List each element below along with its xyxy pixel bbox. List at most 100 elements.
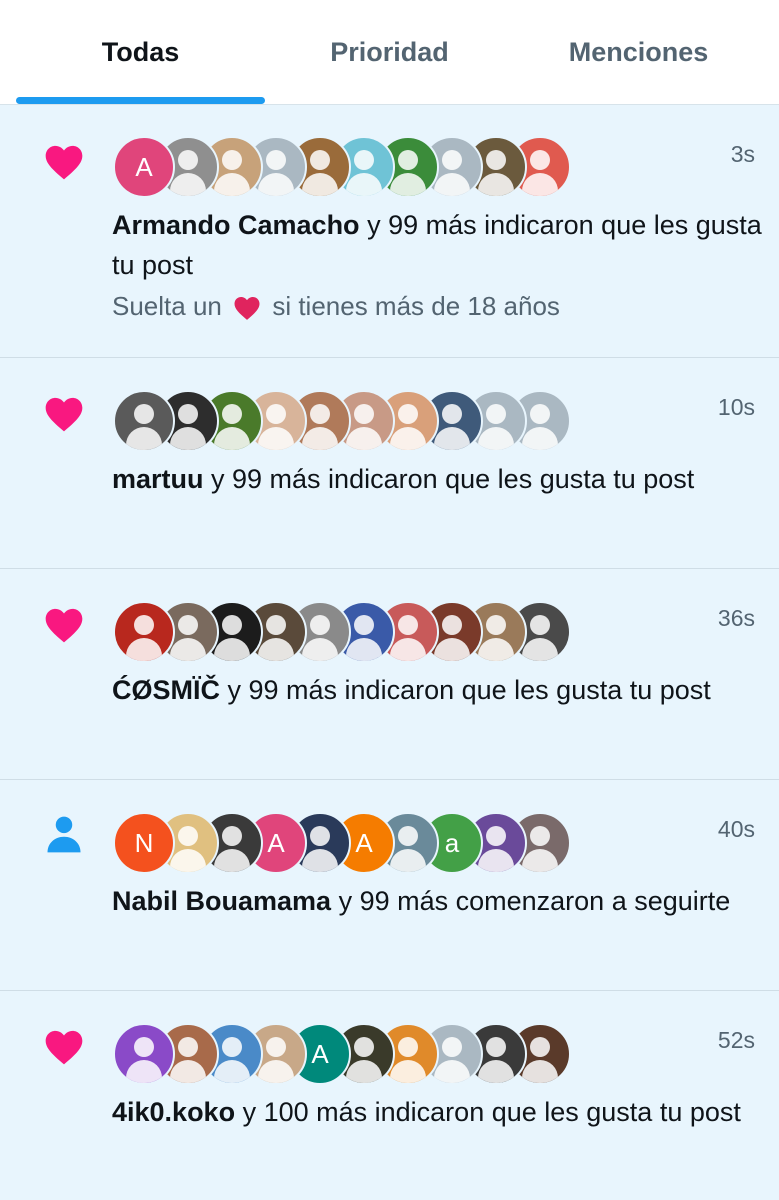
- avatar-placeholder-body: [170, 1060, 206, 1083]
- avatar-placeholder-head: [310, 150, 330, 170]
- notification-item[interactable]: A 3s Armando Camacho y 99 más indicaron …: [0, 105, 779, 358]
- active-tab-indicator: [16, 97, 265, 104]
- notification-tabs: Todas Prioridad Menciones: [0, 0, 779, 105]
- avatar-placeholder-head: [486, 150, 506, 170]
- avatar-placeholder-head: [398, 826, 418, 846]
- avatar-placeholder-body: [522, 173, 558, 196]
- timestamp: 3s: [730, 141, 755, 167]
- avatar-placeholder-body: [214, 173, 250, 196]
- avatar-placeholder-body: [214, 638, 250, 661]
- avatar-placeholder-body: [478, 849, 514, 872]
- avatar-placeholder-head: [178, 150, 198, 170]
- avatar-placeholder-body: [214, 849, 250, 872]
- actor-name[interactable]: martuu: [112, 464, 204, 494]
- avatar-placeholder-body: [126, 427, 162, 450]
- post-preview[interactable]: Suelta un si tienes más de 18 años: [112, 291, 560, 323]
- actor-name[interactable]: Armando Camacho: [112, 210, 360, 240]
- avatar-placeholder-head: [134, 404, 154, 424]
- avatar-placeholder-head: [310, 826, 330, 846]
- notification-item[interactable]: 36s ĆØSMÏČ y 99 más indicaron que les gu…: [0, 569, 779, 780]
- avatar-placeholder-body: [302, 173, 338, 196]
- avatar-placeholder-head: [178, 404, 198, 424]
- avatar-placeholder-body: [434, 1060, 470, 1083]
- heart-icon: [45, 608, 83, 643]
- avatar-placeholder-head: [266, 1037, 286, 1057]
- timestamp: 52s: [717, 1027, 755, 1053]
- avatar-placeholder-body: [346, 1060, 382, 1083]
- avatar-placeholder-body: [258, 1060, 294, 1083]
- actor-name[interactable]: Nabil Bouamama: [112, 886, 331, 916]
- avatar-placeholder-head: [486, 1037, 506, 1057]
- avatar-placeholder-head: [310, 615, 330, 635]
- avatar-placeholder-head: [178, 1037, 198, 1057]
- notification-item[interactable]: 10s martuu y 99 más indicaron que les gu…: [0, 358, 779, 569]
- avatar-placeholder-head: [222, 404, 242, 424]
- notification-item[interactable]: NAAa 40s Nabil Bouamama y 99 más comenza…: [0, 780, 779, 991]
- avatar-placeholder-body: [390, 638, 426, 661]
- avatar-placeholder-head: [486, 615, 506, 635]
- avatar-placeholder-body: [302, 849, 338, 872]
- avatar[interactable]: [113, 1023, 175, 1085]
- avatar-placeholder-body: [478, 1060, 514, 1083]
- avatar-row: NAAa: [113, 812, 571, 874]
- avatar-placeholder-body: [126, 1060, 162, 1083]
- avatar-placeholder-body: [346, 173, 382, 196]
- tab-todas[interactable]: Todas: [16, 0, 265, 104]
- avatar-placeholder-body: [170, 849, 206, 872]
- avatar-placeholder-body: [302, 638, 338, 661]
- timestamp: 40s: [717, 816, 755, 842]
- avatar[interactable]: [113, 601, 175, 663]
- heart-icon: [45, 397, 83, 432]
- timestamp: 10s: [717, 394, 755, 420]
- notification-item[interactable]: A 52s 4ik0.koko y 100 más indicaron que …: [0, 991, 779, 1200]
- avatar-placeholder-head: [442, 404, 462, 424]
- avatar-row: A: [113, 1023, 571, 1085]
- avatar-placeholder-head: [178, 826, 198, 846]
- avatar-placeholder-body: [478, 427, 514, 450]
- post-preview-text-end: si tienes más de 18 años: [265, 291, 560, 321]
- avatar-placeholder-head: [222, 615, 242, 635]
- avatar[interactable]: N: [113, 812, 175, 874]
- tab-menciones[interactable]: Menciones: [514, 0, 763, 104]
- notification-text: Nabil Bouamama y 99 más comenzaron a seg…: [112, 881, 762, 921]
- avatar-placeholder-head: [354, 615, 374, 635]
- avatar-placeholder-head: [486, 826, 506, 846]
- avatar-placeholder-body: [170, 173, 206, 196]
- actor-name[interactable]: 4ik0.koko: [112, 1097, 235, 1127]
- avatar-placeholder-head: [442, 1037, 462, 1057]
- avatar-placeholder-head: [134, 1037, 154, 1057]
- avatar-placeholder-body: [214, 427, 250, 450]
- post-preview-text-start: Suelta un: [112, 291, 230, 321]
- avatar-row: [113, 601, 571, 663]
- avatar-placeholder-body: [170, 638, 206, 661]
- avatar-placeholder-head: [266, 150, 286, 170]
- avatar-placeholder-head: [442, 615, 462, 635]
- avatar-placeholder-body: [522, 849, 558, 872]
- heart-icon: [45, 145, 83, 180]
- notification-text: martuu y 99 más indicaron que les gusta …: [112, 459, 762, 499]
- avatar-placeholder-head: [134, 615, 154, 635]
- avatar-placeholder-head: [266, 615, 286, 635]
- avatar-placeholder-head: [398, 615, 418, 635]
- avatar-placeholder-head: [222, 150, 242, 170]
- avatar-placeholder-body: [434, 638, 470, 661]
- action-text: y 99 más indicaron que les gusta tu post: [203, 464, 695, 494]
- avatar-placeholder-head: [178, 615, 198, 635]
- avatar-placeholder-body: [522, 427, 558, 450]
- avatar-placeholder-head: [530, 826, 550, 846]
- avatar-placeholder-body: [390, 427, 426, 450]
- avatar-placeholder-body: [346, 638, 382, 661]
- avatar-placeholder-body: [258, 173, 294, 196]
- avatar-placeholder-body: [258, 427, 294, 450]
- avatar[interactable]: [113, 390, 175, 452]
- notification-text: 4ik0.koko y 100 más indicaron que les gu…: [112, 1092, 762, 1132]
- avatar-placeholder-head: [486, 404, 506, 424]
- actor-name[interactable]: ĆØSMÏČ: [112, 675, 220, 705]
- tab-prioridad[interactable]: Prioridad: [265, 0, 514, 104]
- avatar-placeholder-body: [214, 1060, 250, 1083]
- action-text: y 99 más indicaron que les gusta tu post: [220, 675, 711, 705]
- avatar-row: [113, 390, 571, 452]
- avatar-placeholder-head: [530, 1037, 550, 1057]
- avatar-placeholder-body: [170, 427, 206, 450]
- avatar[interactable]: A: [113, 136, 175, 198]
